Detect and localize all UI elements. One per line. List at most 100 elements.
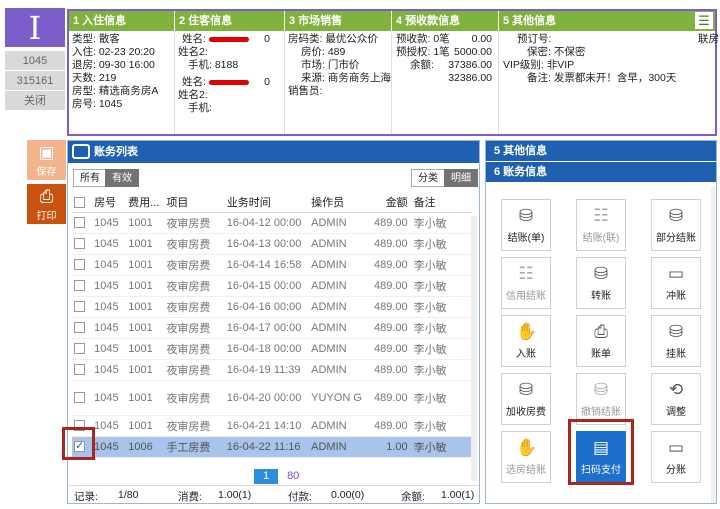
action-button-9[interactable]: ⛁ 加收房费 — [501, 373, 551, 425]
cell-time: 16-04-12 00:00 — [224, 212, 310, 234]
printer-icon: ⎙ — [594, 322, 608, 341]
table-row[interactable]: 1045 1001 夜审房费 16-04-13 00:00 ADMIN 489.00 李小敏 — [72, 233, 472, 255]
row-checkbox[interactable] — [74, 343, 85, 355]
table-row[interactable]: 1045 1001 夜审房费 16-04-15 00:00 ADMIN 489.00 李小敏 — [72, 275, 472, 297]
guest-name2-label: 姓名2: — [178, 89, 208, 101]
section-guest[interactable]: 2 住客信息 — [175, 11, 285, 31]
list-icon: ☷ — [593, 206, 609, 225]
guest-phone: 手机: 8188 — [188, 59, 239, 71]
col-remark[interactable]: 备注 — [411, 193, 472, 213]
save-button[interactable]: ▣ 保存 — [27, 140, 66, 180]
action-button-8[interactable]: ⛁ 挂账 — [651, 315, 701, 367]
action-button-14[interactable]: ▭ 分账 — [651, 431, 701, 483]
coins-icon: ⛁ — [668, 322, 684, 341]
cell-room: 1045 — [92, 296, 127, 318]
table-scrollbar[interactable] — [471, 216, 477, 481]
table-row[interactable]: 1045 1001 夜审房费 16-04-17 00:00 ADMIN 489.00 李小敏 — [72, 317, 472, 339]
tab-all[interactable]: 所有 — [73, 169, 107, 187]
guest-phone: 手机: — [188, 102, 212, 114]
table-row[interactable]: 1045 1001 夜审房费 16-04-19 11:39 ADMIN 489.00 李小敏 — [72, 359, 472, 381]
page-current[interactable]: 1 — [254, 469, 278, 484]
cell-operator: ADMIN — [309, 317, 370, 339]
cell-amount: 489.00 — [369, 212, 412, 234]
checkout-time: 退房: 09-30 16:00 — [72, 59, 155, 71]
tab-valid[interactable]: 有效 — [105, 169, 139, 187]
row-checkbox[interactable] — [74, 364, 85, 376]
preauth-label: 预授权: 1笔 — [396, 46, 450, 58]
action-button-label: 信用结账 — [506, 291, 546, 302]
table-row[interactable]: 1045 1001 夜审房费 16-04-21 14:10 ADMIN 489.00 李小敏 — [72, 415, 472, 437]
checkin-type: 类型: 散客 — [72, 33, 120, 45]
row-checkbox[interactable] — [74, 322, 85, 334]
cell-operator: ADMIN — [309, 338, 370, 360]
sidebar-room-number[interactable]: 1045 — [5, 51, 65, 71]
action-button-4[interactable]: ⛁ 转账 — [576, 257, 626, 309]
cell-amount: 1.00 — [369, 436, 412, 458]
screen-icon: ▭ — [667, 438, 685, 457]
row-checkbox[interactable] — [74, 301, 85, 313]
account-info-header[interactable]: 6 账务信息 — [486, 162, 716, 183]
action-button-11[interactable]: ⟲ 调整 — [651, 373, 701, 425]
tab-category[interactable]: 分类 — [411, 169, 445, 187]
cell-amount: 489.00 — [369, 275, 412, 297]
cell-fee: 1001 — [126, 212, 165, 234]
row-checkbox[interactable] — [74, 217, 85, 229]
table-row[interactable]: 1045 1001 夜审房费 16-04-18 00:00 ADMIN 489.00 李小敏 — [72, 338, 472, 360]
cell-remark: 李小敏 — [411, 380, 472, 416]
row-checkbox[interactable] — [74, 238, 85, 250]
action-button-label: 转账 — [591, 291, 611, 302]
account-table: 房号 费用... 项目 业务时间 操作员 金额 备注 1045 1001 夜审房费 1… — [72, 193, 472, 458]
tab-detail[interactable]: 明细 — [444, 169, 478, 187]
action-button-12[interactable]: ✋ 选房结账 — [501, 431, 551, 483]
cell-operator: ADMIN — [309, 415, 370, 437]
section-checkin[interactable]: 1 入住信息 — [69, 11, 175, 31]
table-row[interactable]: 1045 1001 夜审房费 16-04-12 00:00 ADMIN 489.00 李小敏 — [72, 212, 472, 234]
highlight-scan-pay — [568, 419, 634, 485]
table-row[interactable]: 1045 1001 夜审房费 16-04-14 16:58 ADMIN 489.00 李小敏 — [72, 254, 472, 276]
page-total: 80 — [287, 470, 300, 482]
records-value: 1/80 — [118, 489, 139, 501]
cell-amount: 489.00 — [369, 296, 412, 318]
action-button-7[interactable]: ⎙ 账单 — [576, 315, 626, 367]
col-amount[interactable]: 金额 — [369, 193, 412, 213]
linked-room[interactable]: 联房 — [698, 33, 719, 46]
action-button-6[interactable]: ✋ 入账 — [501, 315, 551, 367]
action-button-5[interactable]: ▭ 冲账 — [651, 257, 701, 309]
action-button-1[interactable]: ☷ 结账(联) — [576, 199, 626, 251]
action-button-label: 账单 — [591, 349, 611, 360]
menu-list-icon[interactable]: ☰ — [695, 12, 713, 29]
section-other[interactable]: 5 其他信息 — [499, 11, 699, 31]
col-item[interactable]: 项目 — [164, 193, 225, 213]
cell-room: 1045 — [92, 415, 127, 437]
pay-value: 0.00(0) — [331, 489, 365, 501]
col-time[interactable]: 业务时间 — [224, 193, 310, 213]
action-button-10[interactable]: ⛁ 撤销结账 — [576, 373, 626, 425]
section-market[interactable]: 3 市场销售 — [285, 11, 392, 31]
table-row[interactable]: 1045 1001 夜审房费 16-04-20 00:00 YUYON G 489.00 李… — [72, 380, 472, 416]
action-button-2[interactable]: ⛁ 部分结账 — [651, 199, 701, 251]
other-info-header[interactable]: 5 其他信息 — [486, 141, 716, 162]
sidebar-close-button[interactable]: 关闭 — [5, 91, 65, 111]
action-button-0[interactable]: ⛁ 结账(单) — [501, 199, 551, 251]
select-all-checkbox[interactable] — [74, 196, 85, 208]
room-number: 房号: 1045 — [72, 98, 123, 110]
actions-scrollbar[interactable] — [711, 187, 716, 503]
action-button-3[interactable]: ☷ 信用结账 — [501, 257, 551, 309]
row-checkbox[interactable] — [74, 259, 85, 271]
info-section-header: 1 入住信息 2 住客信息 3 市场销售 4 预收款信息 5 其他信息 ☰ — [69, 11, 715, 31]
row-checkbox[interactable] — [74, 392, 85, 404]
action-button-label: 撤销结账 — [581, 407, 621, 418]
row-checkbox[interactable] — [74, 280, 85, 292]
cell-amount: 489.00 — [369, 359, 412, 381]
table-row[interactable]: 1045 1001 夜审房费 16-04-16 00:00 ADMIN 489.00 李小敏 — [72, 296, 472, 318]
sidebar-account-number[interactable]: 315161 — [5, 71, 65, 91]
coins-icon: ⛁ — [518, 380, 534, 399]
section-prepay[interactable]: 4 预收款信息 — [392, 11, 499, 31]
print-button[interactable]: ⎙ 打印 — [27, 184, 66, 224]
cell-item: 夜审房费 — [164, 275, 225, 297]
col-fee[interactable]: 费用... — [126, 193, 165, 213]
col-room[interactable]: 房号 — [92, 193, 127, 213]
market-info: 房码类: 最优公众价 房价: 489 市场: 门市价 来源: 商务商务上海 销售… — [288, 33, 392, 134]
table-row[interactable]: 10451006手工房费16-04-22 11:16ADMIN1.00李小敏 — [72, 436, 472, 458]
col-operator[interactable]: 操作员 — [309, 193, 370, 213]
